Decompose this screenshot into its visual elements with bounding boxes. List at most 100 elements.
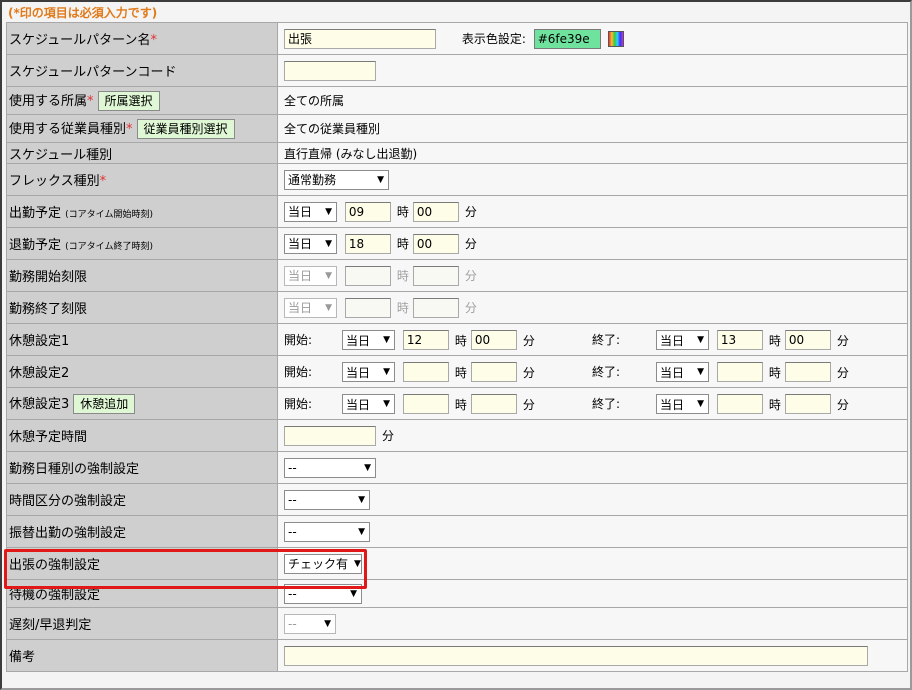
work-start-limit-minute-input[interactable] (412, 265, 459, 286)
break2-start-label: 開始: (284, 365, 313, 379)
break3-end-hour-input[interactable] (716, 394, 763, 414)
break1-start-hour-input[interactable]: 12 (402, 330, 449, 350)
chevron-down-icon: ▼ (383, 335, 390, 345)
late-judge-value: -- (288, 616, 297, 631)
row-end-plan: 退勤予定 (コアタイム終了時刻) 当日 ▼ 18 時 00 分 (6, 227, 908, 260)
color-value-input[interactable]: #6fe39e (533, 28, 601, 49)
required-mark: * (99, 174, 107, 189)
break3-end-day-select[interactable]: 当日 ▼ (656, 394, 709, 414)
break1-start-day-select[interactable]: 当日 ▼ (342, 330, 395, 350)
flex-type-label: フレックス種別 (9, 174, 100, 189)
chevron-down-icon: ▼ (325, 238, 332, 249)
flex-type-select[interactable]: 通常勤務 ▼ (284, 169, 389, 190)
required-notice: (*印の項目は必須入力です) (8, 6, 158, 20)
break1-end-day-select[interactable]: 当日 ▼ (656, 330, 709, 350)
row-workday-force: 勤務日種別の強制設定 -- ▼ (6, 451, 908, 484)
minute-unit: 分 (836, 333, 849, 348)
break1-end-hour-input[interactable]: 13 (716, 330, 763, 350)
work-end-limit-label: 勤務終了刻限 (6, 291, 278, 324)
pattern-code-input[interactable] (284, 60, 376, 81)
transfer-force-select[interactable]: -- ▼ (284, 521, 370, 542)
work-end-limit-minute-input[interactable] (412, 297, 459, 318)
end-plan-day-select[interactable]: 当日 ▼ (284, 233, 337, 254)
break3-end-day-value: 当日 (660, 397, 685, 412)
schedule-type-value: 直行直帰 (みなし出退勤) (277, 142, 908, 164)
chevron-down-icon: ▼ (350, 588, 357, 599)
pattern-name-label: スケジュールパターン名 (9, 33, 151, 48)
employee-type-select-button[interactable]: 従業員種別選択 (136, 119, 235, 140)
break2-label: 休憩設定2 (6, 355, 278, 388)
chevron-down-icon: ▼ (325, 302, 332, 313)
work-start-limit-label: 勤務開始刻限 (6, 259, 278, 292)
break1-start-day-value: 当日 (346, 333, 371, 348)
row-break-planned: 休憩予定時間 分 (6, 419, 908, 452)
row-department: 使用する所属* 所属選択 全ての所属 (6, 86, 908, 115)
break2-start-day-select[interactable]: 当日 ▼ (342, 362, 395, 382)
start-plan-sublabel: (コアタイム開始時刻) (65, 210, 153, 220)
hour-unit: 時 (768, 397, 781, 412)
remarks-input[interactable] (284, 645, 868, 666)
chevron-down-icon: ▼ (325, 270, 332, 281)
row-transfer-force: 振替出勤の強制設定 -- ▼ (6, 515, 908, 548)
break2-end-day-select[interactable]: 当日 ▼ (656, 362, 709, 382)
minute-unit: 分 (464, 237, 477, 251)
row-late-judge: 遅刻/早退判定 -- ▼ (6, 607, 908, 640)
break3-start-day-value: 当日 (346, 397, 371, 412)
chevron-down-icon: ▼ (383, 399, 390, 409)
start-plan-day-select[interactable]: 当日 ▼ (284, 201, 337, 222)
required-mark: * (126, 121, 133, 137)
break3-end-minute-input[interactable] (784, 394, 831, 414)
late-judge-select[interactable]: -- ▼ (284, 613, 336, 634)
end-plan-sublabel: (コアタイム終了時刻) (65, 242, 153, 252)
workday-force-label: 勤務日種別の強制設定 (6, 451, 278, 484)
break1-end-day-value: 当日 (660, 333, 685, 348)
start-plan-day-value: 当日 (288, 205, 313, 219)
row-flex-type: フレックス種別* 通常勤務 ▼ (6, 163, 908, 196)
break2-start-hour-input[interactable] (402, 362, 449, 382)
chevron-down-icon: ▼ (358, 526, 365, 537)
break2-end-minute-input[interactable] (784, 362, 831, 382)
start-plan-hour-input[interactable]: 09 (344, 201, 391, 222)
break3-start-hour-input[interactable] (402, 394, 449, 414)
hour-unit: 時 (396, 237, 409, 251)
row-schedule-type: スケジュール種別 直行直帰 (みなし出退勤) (6, 142, 908, 164)
start-plan-minute-input[interactable]: 00 (412, 201, 459, 222)
hour-unit: 時 (396, 269, 409, 283)
hour-unit: 時 (396, 205, 409, 219)
work-start-limit-hour-input[interactable] (344, 265, 391, 286)
break3-label: 休憩設定3 (9, 396, 70, 412)
row-work-start-limit: 勤務開始刻限 当日 ▼ 時 分 (6, 259, 908, 292)
chevron-down-icon: ▼ (697, 335, 704, 345)
break-planned-input[interactable] (284, 425, 376, 446)
row-remarks: 備考 (6, 639, 908, 672)
department-label: 使用する所属 (9, 93, 88, 109)
hour-unit: 時 (768, 333, 781, 348)
break2-end-hour-input[interactable] (716, 362, 763, 382)
department-select-button[interactable]: 所属選択 (97, 91, 160, 112)
workday-force-select[interactable]: -- ▼ (284, 457, 376, 478)
hour-unit: 時 (454, 365, 467, 380)
break3-start-day-select[interactable]: 当日 ▼ (342, 394, 395, 414)
end-plan-hour-input[interactable]: 18 (344, 233, 391, 254)
time-division-force-select[interactable]: -- ▼ (284, 489, 370, 510)
break1-start-minute-input[interactable]: 00 (470, 330, 517, 350)
minute-unit: 分 (522, 397, 535, 412)
palette-icon[interactable] (608, 30, 625, 47)
add-break-button[interactable]: 休憩追加 (73, 394, 136, 415)
chevron-down-icon: ▼ (697, 399, 704, 409)
minute-unit: 分 (836, 365, 849, 380)
start-plan-label: 出勤予定 (9, 206, 62, 221)
required-mark: * (150, 33, 157, 48)
work-end-limit-hour-input[interactable] (344, 297, 391, 318)
row-break-2: 休憩設定2 開始: 当日 ▼ 時 分 終了: 当日 ▼ 時 分 (6, 355, 908, 388)
break1-end-minute-input[interactable]: 00 (784, 330, 831, 350)
row-break-1: 休憩設定1 開始: 当日 ▼ 12 時 00 分 終了: 当日 ▼ 13 時 00 分 (6, 323, 908, 356)
work-start-limit-day-select[interactable]: 当日 ▼ (284, 265, 337, 286)
end-plan-minute-input[interactable]: 00 (412, 233, 459, 254)
break3-start-minute-input[interactable] (470, 394, 517, 414)
work-end-limit-day-select[interactable]: 当日 ▼ (284, 297, 337, 318)
break2-start-minute-input[interactable] (470, 362, 517, 382)
hour-unit: 時 (454, 397, 467, 412)
break2-end-label: 終了: (592, 365, 621, 379)
pattern-name-input[interactable]: 出張 (284, 28, 436, 49)
